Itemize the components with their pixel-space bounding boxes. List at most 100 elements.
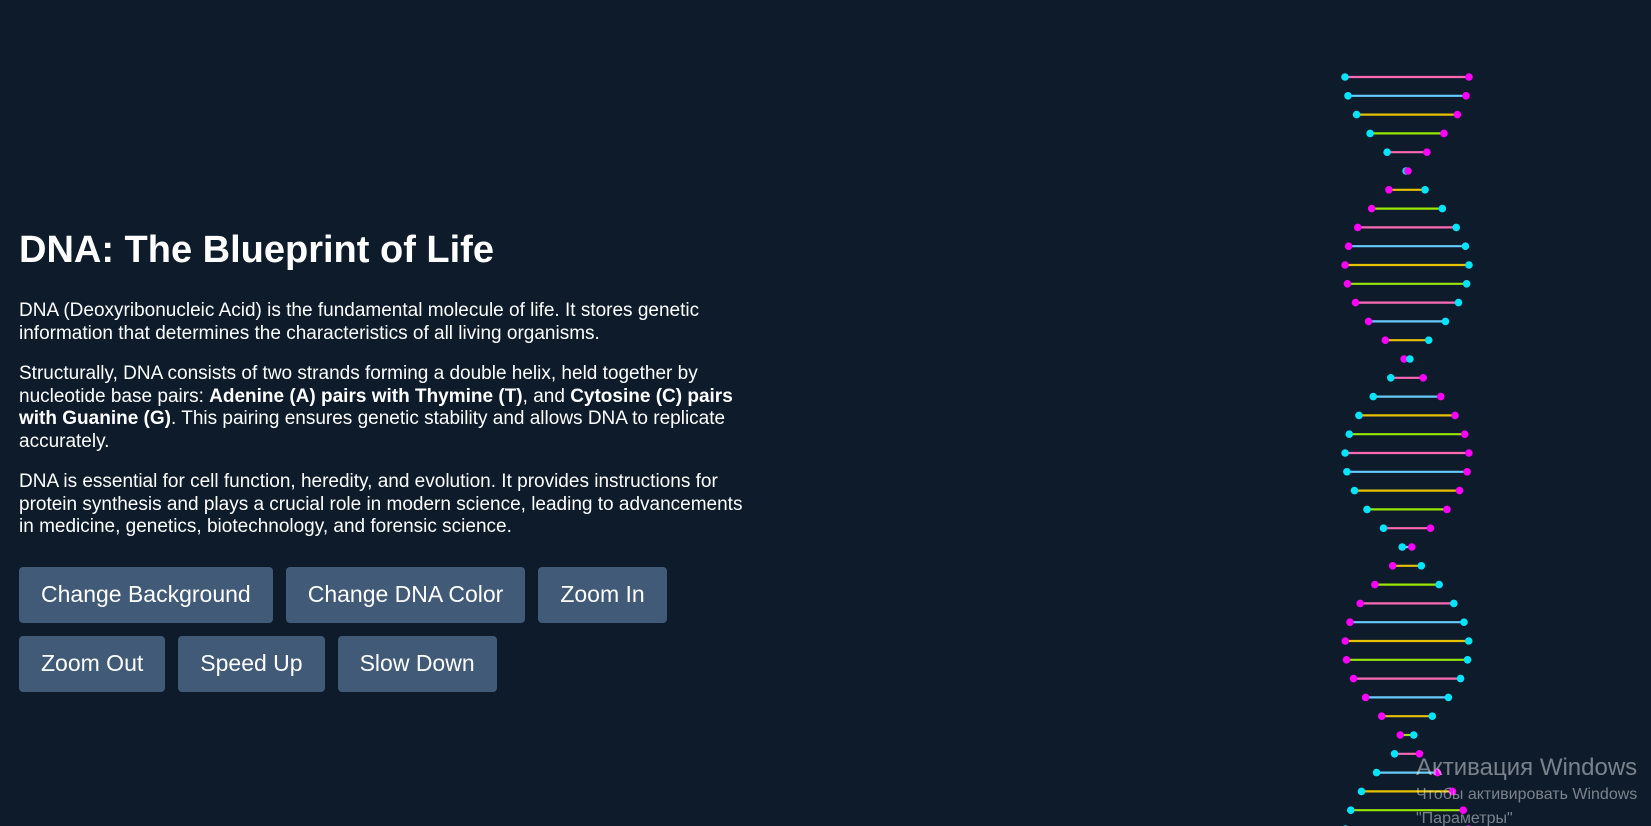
base-pair: [1346, 618, 1468, 626]
at-pairing-text: Adenine (A) pairs with Thymine (T): [209, 385, 523, 407]
nucleotide-dot: [1361, 693, 1370, 702]
change-background-button[interactable]: Change Background: [19, 566, 273, 623]
watermark-line-2: "Параметры": [1416, 810, 1513, 826]
nucleotide-dot: [1343, 468, 1351, 476]
nucleotide-dot: [1463, 656, 1472, 664]
base-pair: [1356, 599, 1458, 608]
nucleotide-dot: [1377, 712, 1386, 720]
nucleotide-dot: [1343, 280, 1352, 288]
page-title: DNA: The Blueprint of Life: [19, 229, 494, 271]
nucleotide-dot: [1452, 223, 1461, 232]
nucleotide-dot: [1398, 543, 1406, 551]
importance-paragraph: DNA is essential for cell function, here…: [19, 471, 743, 537]
nucleotide-dot: [1342, 656, 1351, 664]
base-pair: [1379, 524, 1435, 532]
nucleotide-dot: [1463, 468, 1471, 476]
nucleotide-dot: [1346, 618, 1354, 626]
base-pair: [1385, 186, 1429, 194]
nucleotide-dot: [1461, 242, 1470, 250]
base-pair: [1352, 110, 1462, 119]
dna-helix-animation: [1341, 73, 1473, 826]
nucleotide-dot: [1381, 336, 1390, 345]
nucleotide-dot: [1465, 449, 1473, 457]
nucleotide-dot: [1449, 599, 1458, 608]
base-pair: [1351, 298, 1463, 307]
nucleotide-dot: [1462, 92, 1470, 100]
control-buttons: Change Background Change DNA Color Zoom …: [19, 566, 759, 705]
nucleotide-dot: [1386, 374, 1395, 382]
base-pair: [1369, 392, 1445, 401]
base-pair: [1366, 129, 1448, 138]
base-pair: [1386, 374, 1428, 382]
nucleotide-dot: [1341, 449, 1349, 457]
nucleotide-dot: [1409, 731, 1418, 739]
base-pair: [1400, 355, 1414, 363]
nucleotide-dot: [1344, 242, 1353, 250]
nucleotide-dot: [1383, 148, 1391, 156]
base-pair: [1342, 656, 1472, 664]
nucleotide-dot: [1396, 731, 1405, 739]
nucleotide-dot: [1419, 374, 1428, 382]
nucleotide-dot: [1454, 298, 1463, 307]
nucleotide-dot: [1372, 768, 1381, 777]
change-dna-color-button[interactable]: Change DNA Color: [285, 566, 526, 623]
nucleotide-dot: [1460, 618, 1468, 626]
nucleotide-dot: [1404, 167, 1412, 175]
speed-up-button[interactable]: Speed Up: [178, 635, 325, 692]
structure-text-2: , and: [522, 385, 571, 407]
base-pair: [1367, 204, 1447, 213]
base-pair: [1355, 411, 1459, 420]
nucleotide-dot: [1428, 712, 1437, 720]
nucleotide-dot: [1406, 355, 1414, 363]
base-pair: [1398, 543, 1416, 551]
base-pair: [1364, 317, 1450, 326]
nucleotide-dot: [1417, 562, 1426, 570]
nucleotide-dot: [1438, 204, 1447, 213]
nucleotide-dot: [1346, 806, 1355, 814]
base-pair: [1371, 580, 1443, 589]
zoom-in-button[interactable]: Zoom In: [538, 566, 667, 623]
nucleotide-dot: [1371, 580, 1379, 589]
watermark-line-1: Чтобы активировать Windows: [1416, 786, 1638, 803]
nucleotide-dot: [1357, 787, 1366, 796]
base-pair: [1344, 242, 1470, 250]
base-pair: [1381, 336, 1433, 345]
nucleotide-dot: [1363, 505, 1371, 514]
nucleotide-dot: [1423, 148, 1431, 156]
structure-paragraph: Structurally, DNA consists of two strand…: [19, 363, 759, 453]
nucleotide-dot: [1341, 261, 1349, 269]
nucleotide-dot: [1385, 186, 1393, 194]
base-pair: [1388, 562, 1426, 570]
nucleotide-dot: [1440, 129, 1448, 138]
nucleotide-dot: [1443, 505, 1451, 514]
slow-down-button[interactable]: Slow Down: [337, 635, 497, 692]
nucleotide-dot: [1460, 430, 1469, 439]
nucleotide-dot: [1453, 110, 1462, 119]
nucleotide-dot: [1388, 562, 1397, 570]
base-pair: [1341, 73, 1473, 81]
nucleotide-dot: [1379, 524, 1388, 532]
windows-activation-watermark: Активация Windows Чтобы активировать Win…: [1416, 753, 1651, 826]
base-pair: [1402, 167, 1412, 175]
nucleotide-dot: [1351, 298, 1360, 307]
nucleotide-dot: [1349, 674, 1358, 683]
nucleotide-dot: [1426, 524, 1435, 532]
nucleotide-dot: [1352, 110, 1361, 119]
base-pair: [1343, 280, 1471, 288]
nucleotide-dot: [1421, 186, 1429, 194]
zoom-out-button[interactable]: Zoom Out: [19, 635, 166, 692]
nucleotide-dot: [1369, 392, 1378, 401]
nucleotide-dot: [1424, 336, 1433, 345]
nucleotide-dot: [1444, 693, 1453, 702]
base-pair: [1377, 712, 1437, 720]
base-pair: [1344, 92, 1470, 100]
nucleotide-dot: [1465, 261, 1473, 269]
nucleotide-dot: [1345, 430, 1354, 439]
nucleotide-dot: [1356, 599, 1365, 608]
nucleotide-dot: [1390, 750, 1399, 758]
base-pair: [1343, 468, 1471, 476]
base-pair: [1363, 505, 1451, 514]
base-pair: [1383, 148, 1431, 156]
nucleotide-dot: [1408, 543, 1416, 551]
nucleotide-dot: [1367, 204, 1376, 213]
